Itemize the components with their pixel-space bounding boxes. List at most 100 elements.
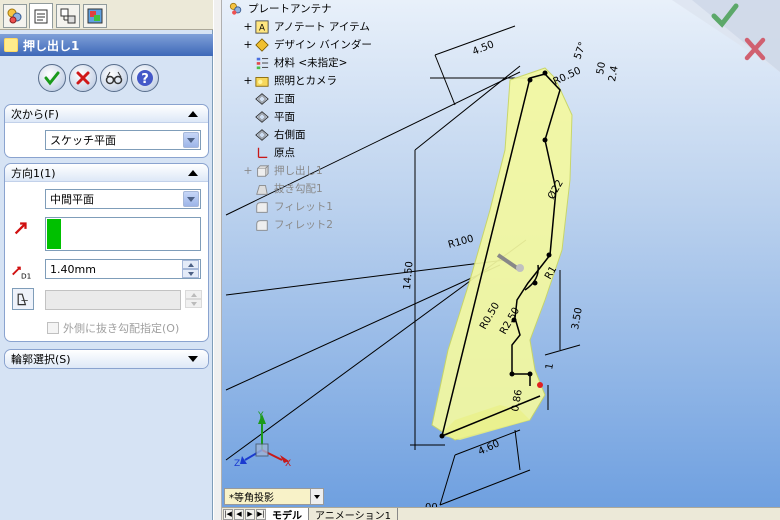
depth-spinner[interactable] (182, 260, 199, 278)
tree-item[interactable]: 原点 (242, 144, 295, 161)
tree-item[interactable]: 抜き勾配1 (242, 180, 323, 197)
tree-item[interactable]: 右側面 (242, 126, 306, 143)
dim-57-deg[interactable]: 57° (572, 41, 588, 61)
tree-item[interactable]: 平面 (242, 108, 295, 125)
tree-item-label: アノテート アイテム (274, 21, 370, 33)
tree-item[interactable]: + A アノテート アイテム (242, 18, 370, 35)
tree-item-label: 正面 (274, 93, 295, 105)
display-manager-tab[interactable] (83, 4, 107, 28)
tree-item[interactable]: フィレット2 (242, 216, 333, 233)
direction1-group-label: 方向1(1) (11, 166, 56, 180)
dim-4-50[interactable]: 4.50 (471, 39, 496, 58)
panel-splitter[interactable] (213, 0, 222, 520)
dim-14-50[interactable]: 14.50 (402, 261, 415, 290)
tree-item-label: 抜き勾配1 (274, 183, 323, 195)
design-binder-icon (254, 37, 270, 52)
next-tab-arrow-icon[interactable]: ▶ (245, 508, 255, 520)
tree-item-label: フィレット1 (274, 201, 333, 213)
contour-group-label: 輪郭選択(S) (11, 353, 71, 366)
from-group-header[interactable]: 次から(F) (5, 105, 208, 123)
spin-down-icon[interactable] (182, 269, 199, 278)
draft-outward-checkbox[interactable] (47, 322, 59, 334)
cancel-button[interactable] (69, 64, 97, 92)
glasses-icon (105, 71, 123, 85)
reverse-direction-icon[interactable] (9, 216, 33, 240)
tree-item[interactable]: 材料 <未指定> (242, 54, 347, 71)
tab-animation[interactable]: アニメーション1 (309, 507, 398, 520)
draft-outward-checkbox-row[interactable]: 外側に抜き勾配指定(O) (47, 320, 179, 336)
tree-item[interactable]: + 押し出し1 (242, 162, 322, 179)
configuration-manager-tab[interactable] (56, 4, 80, 28)
collapse-arrow-icon[interactable] (188, 170, 198, 176)
annotation-icon: A (254, 19, 270, 34)
tree-item-label: デザイン バインダー (274, 39, 372, 51)
dim-2-4[interactable]: 2.4 (607, 65, 621, 83)
ok-button[interactable] (38, 64, 66, 92)
plane-icon (254, 91, 270, 106)
help-button[interactable]: ? (131, 64, 159, 92)
tree-item-label: 材料 <未指定> (274, 57, 348, 69)
draft-toggle-button[interactable] (12, 288, 34, 310)
bottom-tab-bar: |◀ ◀ ▶ ▶| モデル アニメーション1 (222, 507, 780, 520)
dim-3-50[interactable]: 3.50 (570, 307, 585, 331)
tree-item[interactable]: プレートアンテナ (228, 0, 332, 17)
depth-label: D1 (21, 271, 31, 280)
origin-icon (254, 145, 270, 160)
dim-r0-50-top[interactable]: R0.50 (552, 65, 583, 87)
fillet-icon (254, 199, 270, 214)
end-condition-combo[interactable]: 中間平面 (45, 189, 201, 209)
collapse-arrow-icon[interactable] (188, 111, 198, 117)
from-combo-value: スケッチ平面 (50, 134, 116, 147)
tree-item[interactable]: 正面 (242, 90, 295, 107)
chevron-down-icon[interactable] (183, 191, 199, 207)
first-tab-arrow-icon[interactable]: |◀ (223, 508, 233, 520)
property-manager-icon (34, 9, 48, 24)
dim-50[interactable]: 50 (595, 61, 608, 75)
expand-plus-icon[interactable]: + (242, 38, 254, 51)
tree-item-label: 照明とカメラ (274, 75, 337, 87)
svg-text:A: A (259, 23, 265, 33)
property-manager-tab[interactable] (29, 3, 53, 29)
draft-icon (254, 181, 270, 196)
feature-manager-tab[interactable] (3, 4, 27, 28)
dim-r100[interactable]: R100 (447, 234, 475, 251)
material-icon (254, 55, 270, 70)
prev-tab-arrow-icon[interactable]: ◀ (234, 508, 244, 520)
draft-angle-input[interactable] (45, 290, 181, 310)
depth-input[interactable]: 1.40mm (45, 259, 201, 279)
spin-up-icon[interactable] (182, 260, 199, 269)
tree-item[interactable]: + 照明とカメラ (242, 72, 337, 89)
direction1-group: 方向1(1) 中間平面 D1 1.40mm 外側に抜き勾配指定(O) (4, 163, 209, 342)
dim-1[interactable]: 1 (544, 362, 556, 370)
manager-tabs (0, 0, 213, 30)
dim-4-60[interactable]: 4.60 (477, 438, 502, 457)
detail-preview-button[interactable] (100, 64, 128, 92)
plane-icon (254, 127, 270, 142)
last-tab-arrow-icon[interactable]: ▶| (256, 508, 266, 520)
triad-z-label: Z (234, 459, 240, 469)
lighting-icon (254, 73, 270, 88)
chevron-down-icon[interactable] (183, 132, 199, 148)
tree-item[interactable]: フィレット1 (242, 198, 333, 215)
from-group-label: 次から(F) (11, 107, 59, 121)
view-orientation-combo[interactable]: *等角投影 (224, 488, 324, 505)
expand-plus-icon[interactable]: + (242, 20, 254, 33)
expand-plus-icon[interactable]: + (242, 74, 254, 87)
tree-item[interactable]: + デザイン バインダー (242, 36, 372, 53)
expand-arrow-icon[interactable] (188, 356, 198, 362)
property-manager-panel: 押し出し1 ? 次から(F) スケッチ平面 方向1(1) 中間平面 D1 1.4… (0, 0, 213, 520)
tree-item-label: 右側面 (274, 129, 306, 141)
confirmation-corner (672, 0, 780, 72)
direction1-group-header[interactable]: 方向1(1) (5, 164, 208, 182)
tab-model[interactable]: モデル (266, 507, 309, 520)
spin-up-icon (185, 290, 202, 299)
expand-plus-icon[interactable]: + (242, 164, 254, 177)
chevron-down-icon[interactable] (310, 489, 323, 504)
tree-item-label: フィレット2 (274, 219, 333, 231)
from-group: 次から(F) スケッチ平面 (4, 104, 209, 158)
contour-group-header[interactable]: 輪郭選択(S) (5, 350, 208, 368)
feature-title-bar: 押し出し1 (0, 34, 213, 56)
from-combo[interactable]: スケッチ平面 (45, 130, 201, 150)
selection-indicator (47, 219, 61, 249)
direction-reference-box[interactable] (45, 217, 201, 251)
